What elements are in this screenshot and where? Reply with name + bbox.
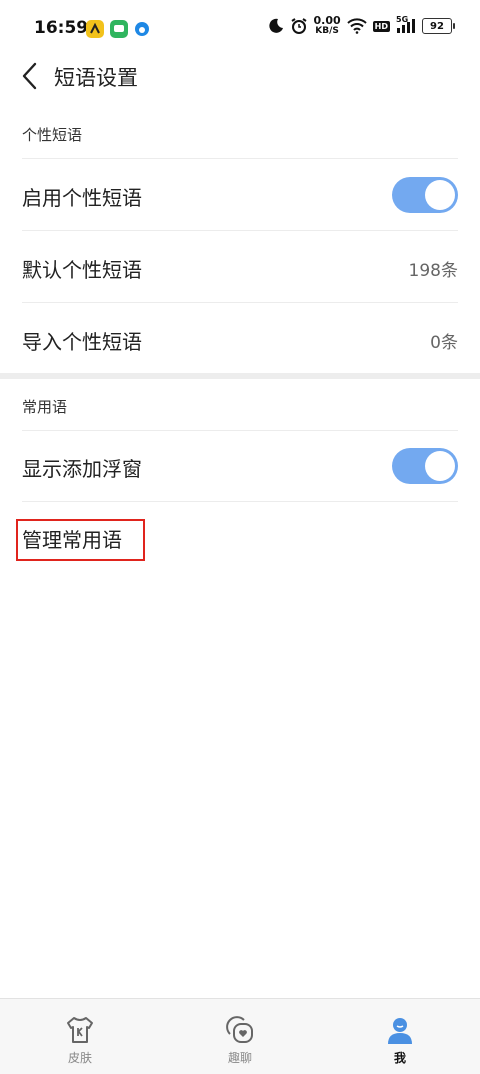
section-label-personal: 个性短语 [22,126,83,144]
tshirt-icon [64,1014,96,1046]
row-label: 默认个性短语 [22,258,142,282]
moon-icon [268,18,284,34]
person-icon [384,1014,416,1046]
import-count-value: 0条 [430,333,458,353]
float-window-toggle[interactable] [392,448,458,484]
chat-heart-icon [224,1014,256,1046]
row-float-window[interactable]: 显示添加浮窗 [0,431,480,501]
page-title: 短语设置 [54,66,138,90]
speed-unit: KB/S [315,26,339,36]
divider [22,230,458,231]
toggle-knob [425,180,455,210]
page-header: 短语设置 [0,50,480,102]
section-separator [0,373,480,379]
highlight-box [16,519,145,561]
nav-item-me[interactable]: 我 [320,999,480,1074]
section-label-common: 常用语 [22,398,68,416]
divider [22,302,458,303]
row-label: 启用个性短语 [22,186,142,210]
row-default-personal[interactable]: 默认个性短语 198条 [0,232,480,302]
row-enable-personal[interactable]: 启用个性短语 [0,160,480,230]
enable-personal-toggle[interactable] [392,177,458,213]
nav-label: 皮肤 [67,1051,92,1065]
alarm-icon [290,17,308,35]
row-import-personal[interactable]: 导入个性短语 0条 [0,304,480,374]
nav-label: 我 [393,1051,406,1065]
network-speed: 0.00 KB/S [314,15,341,36]
nav-item-chat[interactable]: 趣聊 [160,999,320,1074]
divider [22,158,458,159]
network-type: 5G [396,15,409,24]
toggle-knob [425,451,455,481]
divider [22,501,458,502]
status-time: 16:59 [34,18,89,38]
row-label: 显示添加浮窗 [22,457,142,481]
circle-notification-icon [135,22,149,36]
nav-item-skin[interactable]: 皮肤 [0,999,160,1074]
app-notification-icon [86,20,104,38]
wifi-icon [346,18,367,34]
back-arrow-icon[interactable] [16,58,46,94]
row-label: 导入个性短语 [22,330,142,354]
battery-indicator: 92 [422,18,455,34]
signal-icon: 5G [396,15,416,34]
message-notification-icon [110,20,128,38]
bottom-nav: 皮肤 趣聊 我 [0,998,480,1074]
hd-badge: HD [372,20,390,32]
nav-label: 趣聊 [227,1051,252,1065]
default-count-value: 198条 [408,261,458,281]
